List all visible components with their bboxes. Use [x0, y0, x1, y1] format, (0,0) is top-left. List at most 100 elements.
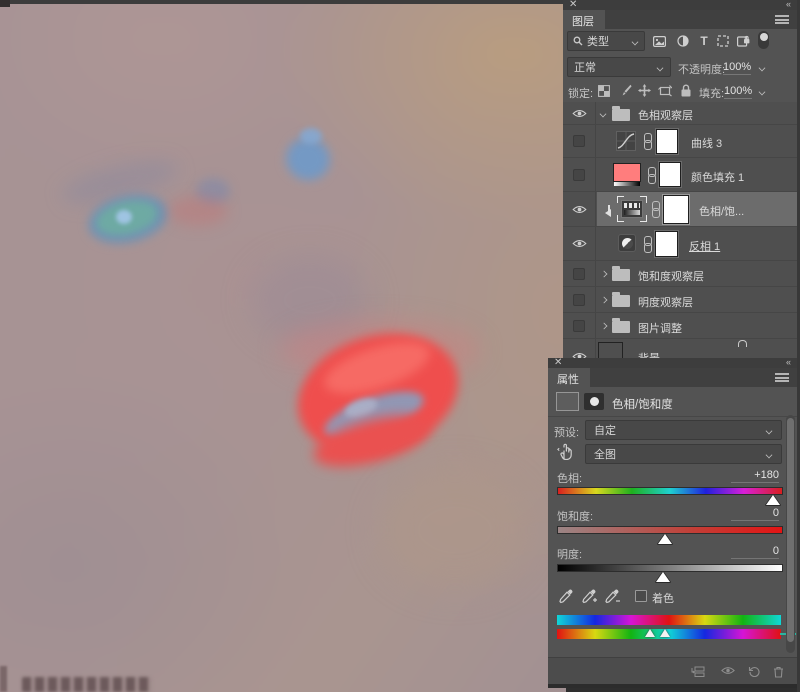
- layer-row-color-fill[interactable]: 颜色填充 1: [563, 158, 797, 192]
- color-fill-swatch[interactable]: [613, 163, 641, 182]
- fill-value[interactable]: 100%: [724, 85, 752, 99]
- document-top-edge: [0, 0, 566, 4]
- eyedropper-plus-icon[interactable]: [581, 588, 598, 605]
- visibility-toggle[interactable]: [563, 313, 596, 338]
- layer-mask-thumbnail[interactable]: [655, 231, 678, 257]
- visibility-toggle[interactable]: [563, 158, 596, 191]
- close-icon[interactable]: ✕: [554, 357, 562, 368]
- hue-saturation-adjustment-icon[interactable]: [556, 392, 579, 411]
- layer-name[interactable]: 颜色填充 1: [691, 169, 744, 185]
- filter-type-label: 类型: [587, 33, 609, 49]
- group-collapsed-chevron-icon[interactable]: [600, 270, 607, 277]
- layer-name[interactable]: 曲线 3: [691, 135, 722, 151]
- filter-type-dropdown[interactable]: 类型: [567, 31, 645, 51]
- layer-row-invert[interactable]: 反相 1: [563, 227, 797, 261]
- visibility-toggle[interactable]: [563, 287, 596, 312]
- chevron-down-icon[interactable]: [759, 64, 766, 71]
- saturation-value[interactable]: 0: [731, 507, 779, 521]
- scrollbar-track[interactable]: [786, 415, 795, 653]
- curves-adjustment-icon[interactable]: [616, 131, 636, 151]
- opacity-value[interactable]: 100%: [723, 61, 751, 75]
- layer-name[interactable]: 反相 1: [689, 238, 720, 254]
- collapse-panel-icon[interactable]: «: [786, 0, 790, 10]
- link-mask-icon[interactable]: [651, 201, 659, 217]
- layer-row-group-image-adjust[interactable]: 图片调整: [563, 313, 797, 339]
- lightness-value[interactable]: 0: [731, 545, 779, 559]
- clip-to-layer-icon[interactable]: [690, 666, 705, 677]
- hue-spectrum-reference-bar: [557, 629, 781, 639]
- eyedropper-icon[interactable]: [558, 588, 575, 605]
- lightness-slider-track[interactable]: [557, 564, 783, 572]
- layer-row-hue-saturation[interactable]: 色相/饱...: [563, 192, 797, 227]
- layer-name[interactable]: 明度观察层: [638, 294, 693, 310]
- lock-position-move-icon[interactable]: [637, 83, 652, 98]
- group-expand-chevron-icon[interactable]: [600, 110, 607, 117]
- targeted-adjustment-hand-icon[interactable]: [557, 443, 574, 460]
- layers-panel-titlebar: ✕ «: [563, 0, 797, 10]
- layer-name[interactable]: 色相/饱...: [699, 203, 744, 219]
- spectrum-marker[interactable]: [645, 629, 655, 637]
- filter-toggle-switch[interactable]: [758, 31, 769, 49]
- visibility-toggle[interactable]: [563, 227, 596, 260]
- layer-row-group-hue[interactable]: 色相观察层: [563, 102, 797, 125]
- panel-menu-icon[interactable]: [775, 15, 789, 24]
- hue-saturation-adjustment-icon[interactable]: [621, 200, 643, 218]
- link-mask-icon[interactable]: [647, 167, 655, 183]
- link-mask-icon[interactable]: [643, 236, 651, 252]
- eye-icon: [572, 239, 587, 248]
- filter-pixel-layers-icon[interactable]: [651, 33, 667, 49]
- close-icon[interactable]: ✕: [569, 0, 577, 10]
- layer-name[interactable]: 色相观察层: [638, 107, 693, 123]
- preset-value: 自定: [594, 422, 616, 438]
- visibility-toggle[interactable]: [563, 192, 596, 226]
- layer-mask-thumbnail[interactable]: [663, 195, 689, 224]
- filter-type-layers-icon[interactable]: T: [696, 33, 712, 49]
- scrollbar-thumb[interactable]: [787, 418, 794, 642]
- visibility-eye-icon[interactable]: [721, 666, 735, 675]
- preset-dropdown[interactable]: 自定: [585, 420, 782, 440]
- link-mask-icon[interactable]: [643, 133, 651, 149]
- lock-all-icon[interactable]: [678, 83, 693, 98]
- document-canvas[interactable]: [0, 0, 566, 692]
- layer-mask-thumbnail[interactable]: [656, 129, 678, 154]
- collapse-panel-icon[interactable]: «: [786, 357, 790, 368]
- blend-opacity-row: 正常 不透明度: 100%: [563, 57, 797, 79]
- hue-slider-handle[interactable]: [766, 495, 780, 505]
- spectrum-marker[interactable]: [660, 629, 670, 637]
- layer-row-group-saturation[interactable]: 饱和度观察层: [563, 261, 797, 287]
- blend-mode-dropdown[interactable]: 正常: [567, 57, 671, 77]
- mask-icon[interactable]: [584, 393, 604, 410]
- visibility-toggle[interactable]: [563, 102, 596, 124]
- tab-properties[interactable]: 属性: [548, 368, 590, 387]
- visibility-toggle[interactable]: [563, 261, 596, 286]
- filter-smart-objects-icon[interactable]: [735, 33, 751, 49]
- tab-layers[interactable]: 图层: [563, 10, 605, 29]
- layer-row-curves[interactable]: 曲线 3: [563, 125, 797, 158]
- filter-adjustment-layers-icon[interactable]: [675, 33, 691, 49]
- group-collapsed-chevron-icon[interactable]: [600, 322, 607, 329]
- eyedropper-minus-icon[interactable]: [604, 588, 621, 605]
- hue-value[interactable]: +180: [731, 469, 779, 483]
- layer-name[interactable]: 饱和度观察层: [638, 268, 704, 284]
- colorize-checkbox[interactable]: [635, 590, 647, 602]
- visibility-toggle[interactable]: [563, 125, 596, 157]
- group-collapsed-chevron-icon[interactable]: [600, 296, 607, 303]
- delete-trash-icon[interactable]: [773, 666, 784, 678]
- lock-pixels-brush-icon[interactable]: [618, 83, 633, 98]
- layer-mask-thumbnail[interactable]: [659, 162, 681, 187]
- colorize-label: 着色: [652, 590, 674, 606]
- channel-dropdown[interactable]: 全图: [585, 444, 782, 464]
- filter-shape-layers-icon[interactable]: [715, 33, 731, 49]
- saturation-slider-handle[interactable]: [658, 534, 672, 544]
- lock-artboard-icon[interactable]: [657, 83, 672, 98]
- invert-adjustment-icon[interactable]: [618, 234, 636, 252]
- saturation-slider-track[interactable]: [557, 526, 783, 534]
- lightness-slider-handle[interactable]: [656, 572, 670, 582]
- layer-row-group-lightness[interactable]: 明度观察层: [563, 287, 797, 313]
- layer-name[interactable]: 图片调整: [638, 320, 682, 336]
- reset-icon[interactable]: [748, 666, 761, 677]
- lock-transparency-icon[interactable]: [596, 83, 611, 98]
- chevron-down-icon[interactable]: [759, 88, 766, 95]
- hue-slider-track[interactable]: [557, 487, 783, 495]
- panel-menu-icon[interactable]: [775, 373, 789, 382]
